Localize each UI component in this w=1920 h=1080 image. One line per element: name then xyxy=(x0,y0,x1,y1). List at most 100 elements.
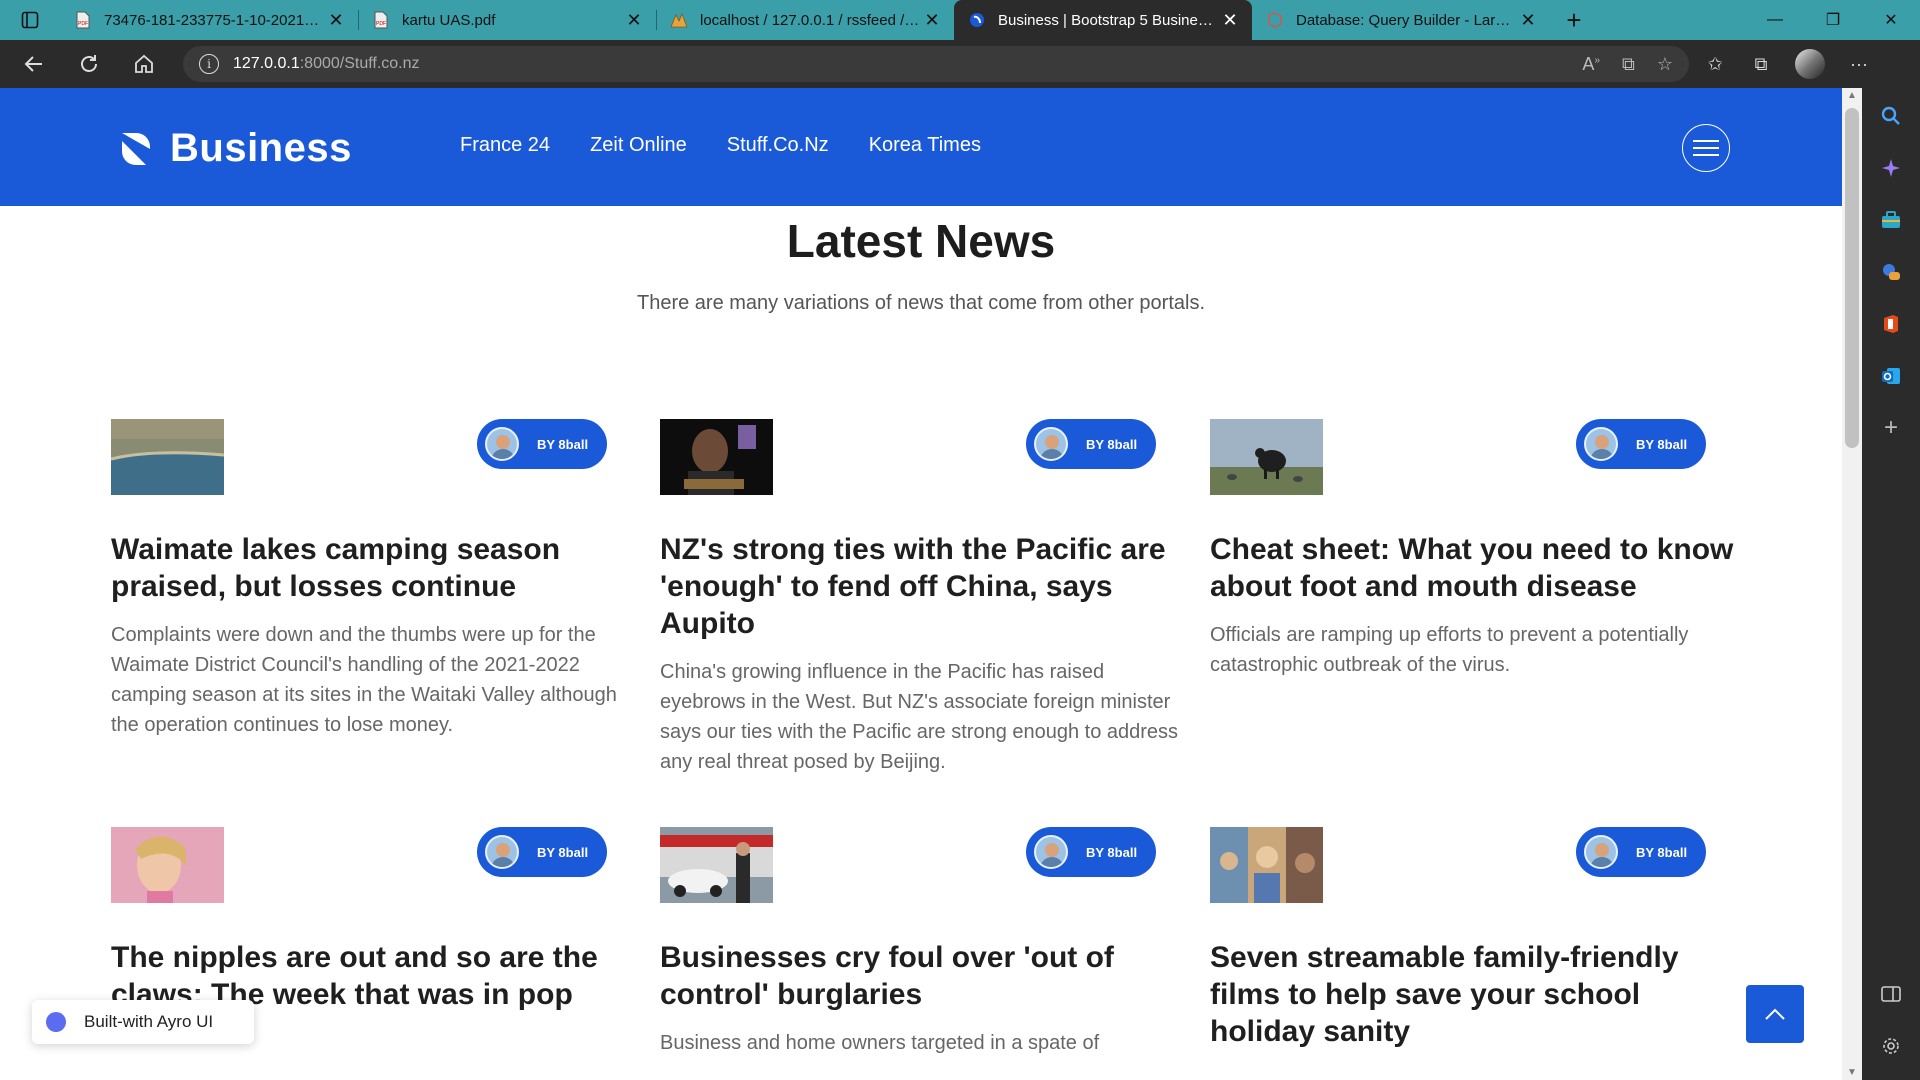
bootstrap-icon xyxy=(968,11,986,29)
brand-logo-icon xyxy=(122,132,150,165)
sidebar-copilot-button[interactable] xyxy=(1862,150,1920,186)
tab-close-icon[interactable]: ✕ xyxy=(624,10,644,31)
author-avatar xyxy=(1584,427,1618,461)
tab-close-icon[interactable]: ✕ xyxy=(1518,10,1538,31)
page-scrollbar[interactable]: ▲ ▼ xyxy=(1842,88,1862,1080)
minister-portrait-photo[interactable] xyxy=(660,419,773,495)
site-info-icon[interactable]: i xyxy=(199,54,219,74)
article-excerpt: China's growing influence in the Pacific… xyxy=(660,661,1179,773)
article-title[interactable]: Waimate lakes camping season praised, bu… xyxy=(111,531,641,605)
app-available-icon[interactable]: ⧉ xyxy=(1622,54,1635,75)
browser-sidebar: + xyxy=(1862,88,1920,1080)
tab-actions-button[interactable] xyxy=(0,0,60,40)
scroll-up-arrow-icon[interactable]: ▲ xyxy=(1842,90,1862,101)
nav-link-korea-times[interactable]: Korea Times xyxy=(869,134,981,157)
article-title[interactable]: NZ's strong ties with the Pacific are 'e… xyxy=(660,531,1190,642)
article-excerpt: Complaints were down and the thumbs were… xyxy=(111,624,617,736)
scroll-to-top-button[interactable] xyxy=(1746,985,1804,1043)
menu-toggle-button[interactable] xyxy=(1682,124,1730,172)
url-path: :8000/Stuff.co.nz xyxy=(299,55,420,72)
scroll-down-arrow-icon[interactable]: ▼ xyxy=(1842,1067,1862,1078)
sidebar-settings-button[interactable] xyxy=(1862,1028,1920,1064)
browser-tab[interactable]: PDF kartu UAS.pdf ✕ xyxy=(358,0,656,40)
restore-button[interactable]: ❐ xyxy=(1804,0,1862,40)
search-icon xyxy=(1881,106,1900,125)
refresh-button[interactable] xyxy=(69,44,109,84)
toolbar-right-icons: ✩ ⧉ ··· xyxy=(1703,49,1871,79)
tab-title: Database: Query Builder - Laravel xyxy=(1296,11,1518,29)
new-tab-button[interactable]: + xyxy=(1554,0,1594,40)
author-avatar xyxy=(485,427,519,461)
sidebar-search-button[interactable] xyxy=(1862,98,1920,134)
refresh-icon xyxy=(81,55,97,72)
article-title[interactable]: Seven streamable family-friendly films t… xyxy=(1210,939,1740,1050)
nav-link-stuff[interactable]: Stuff.Co.Nz xyxy=(727,134,829,157)
add-favorite-icon[interactable]: ☆ xyxy=(1657,54,1673,75)
browser-tab[interactable]: localhost / 127.0.0.1 / rssfeed / news ✕ xyxy=(656,0,954,40)
tab-actions-icon xyxy=(21,11,39,29)
close-window-button[interactable]: ✕ xyxy=(1862,0,1920,40)
author-label: BY 8ball xyxy=(537,436,589,452)
author-avatar xyxy=(1584,835,1618,869)
tab-close-icon[interactable]: ✕ xyxy=(1220,10,1240,31)
browser-tab[interactable]: PDF 73476-181-233775-1-10-20210823.pdf ✕ xyxy=(60,0,358,40)
favorites-icon[interactable]: ✩ xyxy=(1703,54,1727,75)
sidebar-outlook-button[interactable] xyxy=(1862,358,1920,394)
author-avatar xyxy=(485,835,519,869)
svg-text:PDF: PDF xyxy=(376,21,386,27)
address-bar-actions: A» ⧉ ☆ xyxy=(1582,54,1673,75)
author-label: BY 8ball xyxy=(537,844,589,860)
article-title[interactable]: Businesses cry foul over 'out of control… xyxy=(660,939,1190,1013)
phpmyadmin-icon xyxy=(670,11,688,29)
scrollbar-thumb[interactable] xyxy=(1845,108,1859,448)
author-badge[interactable]: BY 8ball xyxy=(477,419,607,469)
article-excerpt: Business and home owners targeted in a s… xyxy=(660,1032,1100,1054)
author-avatar xyxy=(1034,835,1068,869)
article-excerpt: Officials are ramping up efforts to prev… xyxy=(1210,624,1689,676)
sidebar-add-button[interactable]: + xyxy=(1862,410,1920,446)
author-badge[interactable]: BY 8ball xyxy=(1576,419,1706,469)
author-badge[interactable]: BY 8ball xyxy=(1026,419,1156,469)
sheep-field-photo[interactable] xyxy=(1210,419,1323,495)
nav-link-france24[interactable]: France 24 xyxy=(460,134,550,157)
sidebar-tools-button[interactable] xyxy=(1862,202,1920,238)
sidebar-office-button[interactable] xyxy=(1862,306,1920,342)
collections-icon[interactable]: ⧉ xyxy=(1749,54,1773,75)
tab-title: localhost / 127.0.0.1 / rssfeed / news xyxy=(700,11,922,29)
more-options-icon[interactable]: ··· xyxy=(1847,54,1871,75)
sidebar-split-screen-button[interactable] xyxy=(1862,976,1920,1012)
article-title[interactable]: Cheat sheet: What you need to know about… xyxy=(1210,531,1740,605)
section-subtitle: There are many variations of news that c… xyxy=(636,292,1206,314)
aerial-lake-photo[interactable] xyxy=(111,419,224,495)
celebrity-portrait-photo[interactable] xyxy=(111,827,224,903)
plus-icon: + xyxy=(1883,414,1898,441)
chevron-up-icon xyxy=(1765,1008,1785,1020)
author-label: BY 8ball xyxy=(1636,436,1688,452)
address-bar[interactable]: i 127.0.0.1:8000/Stuff.co.nz A» ⧉ ☆ xyxy=(183,46,1689,82)
ayro-badge[interactable]: Built-with Ayro UI xyxy=(32,1000,254,1044)
author-badge[interactable]: BY 8ball xyxy=(1576,827,1706,877)
film-collage-photo[interactable] xyxy=(1210,827,1323,903)
tab-close-icon[interactable]: ✕ xyxy=(326,10,346,31)
brand-logo[interactable]: Business xyxy=(116,126,352,171)
minimize-button[interactable]: — xyxy=(1746,0,1804,40)
browser-tab-active[interactable]: Business | Bootstrap 5 Business Template… xyxy=(954,0,1252,40)
restore-icon: ❐ xyxy=(1825,12,1841,29)
back-button[interactable] xyxy=(14,44,54,84)
nav-link-zeit-online[interactable]: Zeit Online xyxy=(590,134,687,157)
gear-icon xyxy=(1883,1038,1899,1054)
svg-text:PDF: PDF xyxy=(78,21,88,27)
browser-tab[interactable]: Database: Query Builder - Laravel ✕ xyxy=(1252,0,1550,40)
profile-avatar[interactable] xyxy=(1795,49,1825,79)
sidebar-games-button[interactable] xyxy=(1862,254,1920,290)
author-badge[interactable]: BY 8ball xyxy=(477,827,607,877)
hamburger-icon-line xyxy=(1693,147,1719,149)
toolbox-icon xyxy=(1882,211,1900,228)
author-badge[interactable]: BY 8ball xyxy=(1026,827,1156,877)
home-icon xyxy=(135,54,153,73)
read-aloud-icon[interactable]: A» xyxy=(1582,54,1600,75)
home-button[interactable] xyxy=(124,44,164,84)
storefront-photo[interactable] xyxy=(660,827,773,903)
url-host: 127.0.0.1 xyxy=(233,55,300,72)
tab-close-icon[interactable]: ✕ xyxy=(922,10,942,31)
